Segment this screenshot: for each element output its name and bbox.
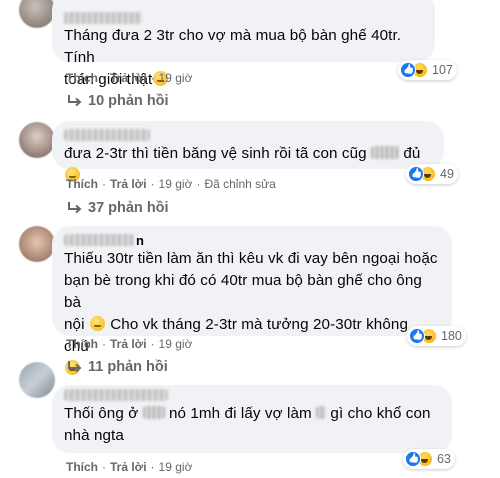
reaction-count: 63 — [437, 452, 451, 466]
like-link[interactable]: Thích — [66, 337, 98, 351]
comment-text-line: bạn bè trong khi đó có 40tr mua bộ bàn g… — [64, 272, 422, 311]
timestamp[interactable]: 19 giờ — [159, 460, 193, 474]
reply-arrow-icon — [68, 95, 82, 107]
timestamp[interactable]: 19 giờ — [159, 337, 193, 351]
comment-text-line: nó 1mh đi lấy vợ làm — [168, 405, 312, 422]
comment-text-line: nhà ngta — [64, 427, 124, 444]
comment-bubble: Tháng đưa 2 3tr cho vợ mà mua bộ bàn ghế… — [52, 0, 435, 88]
like-link[interactable]: Thích — [66, 71, 98, 85]
like-reaction-icon — [408, 166, 424, 182]
comment-text-line: nội — [64, 316, 85, 333]
author-name[interactable] — [64, 12, 142, 24]
replies-count[interactable]: 10 phản hồi — [88, 93, 169, 109]
comment-actions: Thích · Trả lời · 19 giờ · Đã chỉnh sửa — [66, 177, 276, 191]
comment-actions: Thích · Trả lời · 19 giờ — [66, 460, 193, 474]
censored-word — [316, 406, 327, 419]
author-name[interactable] — [64, 234, 134, 246]
replies-count[interactable]: 37 phản hồi — [88, 200, 169, 216]
edited-label[interactable]: Đã chỉnh sửa — [204, 177, 275, 191]
comment-actions: Thích · Trả lời · 19 giờ — [66, 71, 193, 85]
reply-arrow-icon — [68, 202, 82, 214]
timestamp[interactable]: 19 giờ — [159, 71, 193, 85]
reply-link[interactable]: Trả lời — [110, 71, 147, 85]
timestamp[interactable]: 19 giờ — [159, 177, 193, 191]
reaction-summary[interactable]: 63 — [403, 449, 455, 469]
author-name[interactable] — [64, 129, 150, 141]
like-reaction-icon — [400, 62, 416, 78]
like-reaction-icon — [405, 451, 421, 467]
reply-arrow-icon — [68, 361, 82, 373]
avatar[interactable] — [19, 0, 55, 28]
censored-word — [371, 146, 399, 159]
like-link[interactable]: Thích — [66, 460, 98, 474]
comment-text-line: đủ — [403, 145, 421, 162]
comment-text-line: Thiếu 30tr tiền làm ăn thì kêu vk đi vay… — [64, 250, 438, 267]
comment-text: Thối ông ở nó 1mh đi lấy vợ làm gì cho k… — [64, 403, 438, 447]
reaction-count: 107 — [432, 63, 453, 77]
comment-actions: Thích · Trả lời · 19 giờ — [66, 337, 193, 351]
comment-bubble: n Thiếu 30tr tiền làm ăn thì kêu vk đi v… — [52, 226, 452, 375]
reply-link[interactable]: Trả lời — [110, 177, 147, 191]
reply-link[interactable]: Trả lời — [110, 460, 147, 474]
like-reaction-icon — [409, 328, 425, 344]
censored-word — [142, 406, 165, 419]
comment-text-line: gì cho khổ con — [330, 405, 431, 422]
replies-count[interactable]: 11 phản hồi — [88, 359, 168, 375]
comment-text-line: Tháng đưa 2 3tr cho vợ mà mua bộ bàn ghế… — [64, 27, 402, 66]
avatar[interactable] — [19, 362, 55, 398]
reaction-summary[interactable]: 107 — [398, 60, 457, 80]
smile-emoji-icon — [89, 316, 105, 331]
comment-bubble: đưa 2-3tr thì tiền băng vệ sinh rồi tã c… — [52, 121, 444, 182]
view-replies-link[interactable]: 37 phản hồi — [66, 200, 169, 216]
view-replies-link[interactable]: 10 phản hồi — [66, 93, 169, 109]
reaction-summary[interactable]: 180 — [407, 326, 466, 346]
comment-text-line: Thối ông ở — [64, 405, 139, 422]
reaction-count: 49 — [440, 167, 454, 181]
view-replies-link[interactable]: 11 phản hồi — [66, 359, 168, 375]
comment-text-line: đưa 2-3tr thì tiền băng vệ sinh rồi tã c… — [64, 145, 367, 162]
reaction-summary[interactable]: 49 — [406, 164, 458, 184]
reply-link[interactable]: Trả lời — [110, 337, 147, 351]
author-name[interactable] — [64, 389, 168, 401]
author-name-suffix: n — [136, 232, 144, 248]
like-link[interactable]: Thích — [66, 177, 98, 191]
reaction-count: 180 — [441, 329, 462, 343]
avatar[interactable] — [19, 122, 55, 158]
avatar[interactable] — [19, 226, 55, 262]
comment-bubble: Thối ông ở nó 1mh đi lấy vợ làm gì cho k… — [52, 385, 452, 453]
